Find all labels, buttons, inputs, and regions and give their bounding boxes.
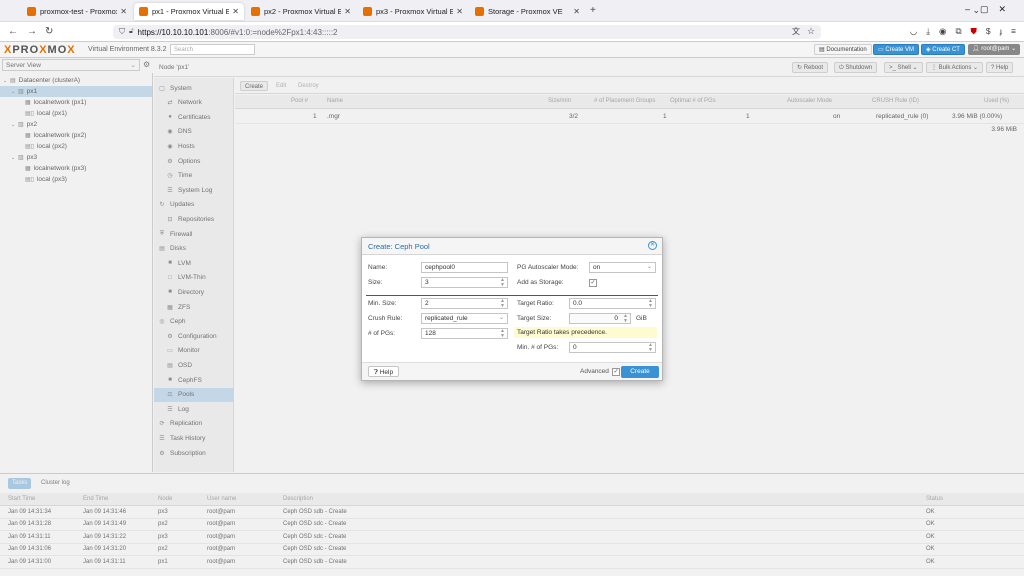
extensions-icon[interactable]: ⧉ bbox=[955, 26, 961, 37]
dialog-footer: ❓︎ Help Advanced ✓ Create bbox=[362, 362, 662, 380]
crush-rule-label: Crush Rule: bbox=[368, 315, 403, 322]
create-ct-button[interactable]: ◈ Create CT bbox=[921, 44, 965, 55]
lock-icon: 🔓︎ bbox=[129, 28, 134, 35]
autoscaler-mode-label: PG Autoscaler Mode: bbox=[517, 264, 579, 271]
target-size-unit: GiB bbox=[636, 315, 647, 322]
spinner-icon[interactable]: ▲ ▼ bbox=[500, 329, 505, 339]
browser-tab[interactable]: proxmox-test - Proxmox Vi ✕ bbox=[22, 3, 132, 20]
chevron-down-icon: ⌄ bbox=[498, 315, 504, 321]
name-label: Name: bbox=[368, 264, 388, 271]
browser-tab-title: px3 - Proxmox Virtual Envi bbox=[376, 7, 454, 16]
browser-tab-title: px2 - Proxmox Virtual Envi bbox=[264, 7, 342, 16]
ublock-icon[interactable]: ⛊ bbox=[971, 26, 977, 37]
version-label: Virtual Environment 8.3.2 bbox=[88, 46, 167, 53]
menu-icon[interactable]: ≡ bbox=[1011, 26, 1016, 37]
spinner-icon[interactable]: ▲ ▼ bbox=[500, 299, 505, 309]
help-button[interactable]: ❓︎ Help bbox=[368, 366, 400, 377]
pocket-icon[interactable]: ◡ bbox=[910, 26, 917, 37]
proxmox-favicon-icon bbox=[363, 7, 372, 16]
browser-tab[interactable]: Storage - Proxmox VE ✕ bbox=[470, 3, 585, 20]
browser-tab-title: Storage - Proxmox VE bbox=[488, 7, 563, 16]
search-input[interactable]: Search bbox=[170, 44, 255, 55]
toolbar-icons: ◡ ⤓ ◉ ⧉ ⛊ $ ɟ ≡ bbox=[910, 26, 1016, 37]
proxmox-favicon-icon bbox=[139, 7, 148, 16]
target-size-stepper[interactable]: 0 ▲ ▼ bbox=[569, 313, 631, 324]
min-size-label: Min. Size: bbox=[368, 300, 397, 307]
proxmox-favicon-icon bbox=[27, 7, 36, 16]
chevron-down-icon: ⌄ bbox=[646, 264, 652, 270]
browser-tab-title: px1 - Proxmox Virtual Envi bbox=[152, 7, 230, 16]
spinner-icon[interactable]: ▲ ▼ bbox=[623, 314, 628, 324]
close-icon[interactable]: ✕ bbox=[648, 241, 657, 250]
crush-rule-select[interactable]: replicated_rule ⌄ bbox=[421, 313, 508, 324]
size-label: Size: bbox=[368, 279, 383, 286]
close-icon[interactable]: ✕ bbox=[120, 7, 127, 16]
create-button[interactable]: Create bbox=[621, 366, 659, 378]
spinner-icon[interactable]: ▲ ▼ bbox=[648, 299, 653, 309]
close-icon[interactable]: ✕ bbox=[573, 7, 580, 16]
name-field[interactable]: cephpool0 bbox=[421, 262, 508, 273]
dialog-title-bar: Create: Ceph Pool ✕ bbox=[362, 238, 662, 255]
window-controls-icon[interactable]: –▢✕ bbox=[965, 4, 1016, 15]
close-icon[interactable]: ✕ bbox=[232, 7, 239, 16]
url-path: :8006/#v1:0:=node%2Fpx1:4:43:::::2 bbox=[208, 27, 338, 37]
proxmox-favicon-icon bbox=[475, 7, 484, 16]
spinner-icon[interactable]: ▲ ▼ bbox=[648, 343, 653, 353]
back-icon[interactable]: ← bbox=[8, 26, 18, 37]
shield-icon: ⛉ bbox=[119, 27, 125, 36]
size-stepper[interactable]: 3 ▲ ▼ bbox=[421, 277, 508, 288]
browser-tab[interactable]: px2 - Proxmox Virtual Envi ✕ bbox=[246, 3, 356, 20]
browser-nav-bar: ← → ↻ ⛉ 🔓︎ https://10.10.10.101 :8006/#v… bbox=[0, 22, 1024, 42]
url-bar[interactable]: ⛉ 🔓︎ https://10.10.10.101 :8006/#v1:0:=n… bbox=[113, 25, 821, 39]
browser-tab-title: proxmox-test - Proxmox Vi bbox=[40, 7, 118, 16]
extension-icon[interactable]: ɟ bbox=[1000, 26, 1002, 37]
add-as-storage-label: Add as Storage: bbox=[517, 279, 564, 286]
documentation-button[interactable]: ▤ Documentation bbox=[814, 44, 872, 55]
autoscaler-mode-select[interactable]: on ⌄ bbox=[589, 262, 656, 273]
user-menu-button[interactable]: 👤︎ root@pam ⌄ bbox=[968, 44, 1021, 55]
account-icon[interactable]: ◉ bbox=[939, 26, 946, 37]
dialog-separator bbox=[366, 295, 658, 296]
translate-icon[interactable]: 文 bbox=[792, 26, 800, 37]
download-icon[interactable]: ⤓ bbox=[926, 26, 930, 37]
pgs-label: # of PGs: bbox=[368, 330, 396, 337]
min-pgs-stepper[interactable]: 0 ▲ ▼ bbox=[569, 342, 656, 353]
reload-icon[interactable]: ↻ bbox=[45, 26, 53, 37]
advanced-label: Advanced bbox=[580, 368, 609, 375]
create-vm-button[interactable]: ▭ Create VM bbox=[873, 44, 920, 55]
new-tab-icon[interactable]: + bbox=[590, 5, 596, 16]
advanced-checkbox[interactable]: ✓ bbox=[612, 368, 620, 376]
dialog-title: Create: Ceph Pool bbox=[368, 242, 430, 251]
add-as-storage-checkbox[interactable]: ✓ bbox=[589, 279, 597, 287]
target-ratio-stepper[interactable]: 0.0 ▲ ▼ bbox=[569, 298, 656, 309]
pve-header: XPROXMOX Virtual Environment 8.3.2 Searc… bbox=[0, 42, 1024, 58]
target-size-label: Target Size: bbox=[517, 315, 552, 322]
url-host: https://10.10.10.101 bbox=[137, 27, 209, 37]
create-ceph-pool-dialog: Create: Ceph Pool ✕ ❓︎ Help Advanced ✓ C… bbox=[361, 237, 663, 381]
pgs-stepper[interactable]: 128 ▲ ▼ bbox=[421, 328, 508, 339]
target-ratio-label: Target Ratio: bbox=[517, 300, 554, 307]
min-pgs-label: Min. # of PGs: bbox=[517, 344, 559, 351]
close-icon[interactable]: ✕ bbox=[344, 7, 351, 16]
target-ratio-hint: Target Ratio takes precedence. bbox=[514, 327, 657, 338]
browser-tab-active[interactable]: px1 - Proxmox Virtual Envi ✕ bbox=[134, 3, 244, 20]
spinner-icon[interactable]: ▲ ▼ bbox=[500, 278, 505, 288]
browser-tab[interactable]: px3 - Proxmox Virtual Envi ✕ bbox=[358, 3, 468, 20]
proxmox-logo: XPROXMOX bbox=[4, 44, 76, 56]
bookmark-star-icon[interactable]: ☆ bbox=[807, 26, 815, 37]
browser-tab-bar: proxmox-test - Proxmox Vi ✕ px1 - Proxmo… bbox=[0, 0, 1024, 22]
dollar-extension-icon[interactable]: $ bbox=[986, 26, 991, 37]
proxmox-favicon-icon bbox=[251, 7, 260, 16]
close-icon[interactable]: ✕ bbox=[456, 7, 463, 16]
forward-icon[interactable]: → bbox=[27, 26, 37, 37]
min-size-stepper[interactable]: 2 ▲ ▼ bbox=[421, 298, 508, 309]
